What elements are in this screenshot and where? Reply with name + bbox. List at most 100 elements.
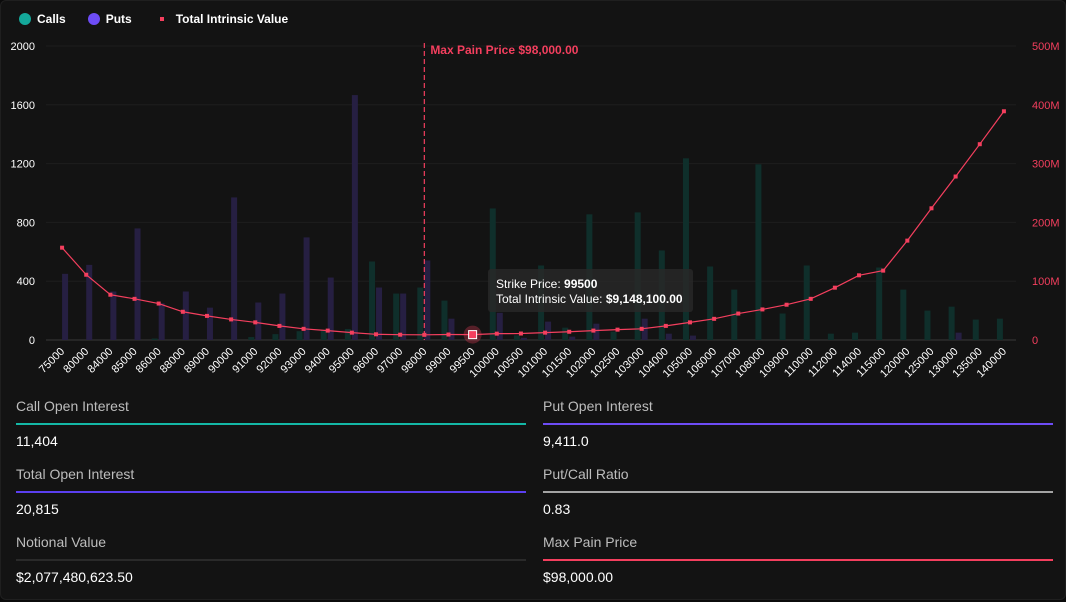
stat-value: 0.83 <box>543 501 571 517</box>
call-bar <box>827 333 834 340</box>
call-bar <box>610 331 617 340</box>
tiv-point <box>422 332 427 337</box>
tooltip-tiv-label: Total Intrinsic Value: <box>496 292 603 306</box>
tiv-point <box>712 316 717 321</box>
stat-divider <box>16 559 526 561</box>
call-bar <box>852 332 859 340</box>
x-tick-label: 91000 <box>230 346 260 376</box>
tiv-point <box>229 317 234 322</box>
call-bar <box>417 287 424 340</box>
x-tick-label: 94000 <box>303 346 333 376</box>
tiv-point <box>857 273 862 278</box>
call-bar <box>151 338 158 340</box>
x-tick-label: 93000 <box>279 346 309 376</box>
tiv-point <box>84 272 89 277</box>
stat-divider <box>543 491 1053 493</box>
tiv-point <box>615 327 620 332</box>
tiv-point <box>977 142 982 147</box>
call-bar <box>296 331 303 340</box>
call-bar <box>562 327 569 340</box>
x-tick-label: 99000 <box>423 346 453 376</box>
stat-label: Call Open Interest <box>16 398 129 414</box>
tiv-point <box>374 332 379 337</box>
put-bar <box>569 336 576 340</box>
chart-tooltip: Strike Price: 99500 Total Intrinsic Valu… <box>488 269 693 312</box>
tiv-point <box>808 296 813 301</box>
stat-label: Put Open Interest <box>543 398 653 414</box>
y-right-tick-label: 500M <box>1032 41 1060 53</box>
call-bar <box>972 319 979 340</box>
tooltip-strike-value: 99500 <box>564 277 598 291</box>
y-left-tick-label: 1600 <box>11 100 35 112</box>
call-bar <box>369 261 376 340</box>
put-bar <box>303 237 310 340</box>
tiv-point <box>905 238 910 243</box>
y-right-tick-label: 300M <box>1032 159 1060 171</box>
tiv-point <box>881 268 886 273</box>
x-tick-label: 84000 <box>85 346 115 376</box>
tiv-point <box>1001 109 1006 114</box>
x-tick-label: 86000 <box>134 346 164 376</box>
call-bar <box>996 318 1003 340</box>
tiv-point <box>398 332 403 337</box>
tiv-point <box>639 326 644 331</box>
stat-label: Max Pain Price <box>543 534 638 550</box>
y-right-tick-label: 100M <box>1032 276 1060 288</box>
x-tick-label: 92000 <box>254 346 284 376</box>
stat-put-open-interest: Put Open Interest 9,411.0 <box>543 398 1053 466</box>
y-left-tick-label: 2000 <box>11 41 35 53</box>
x-tick-label: 88000 <box>158 346 188 376</box>
tiv-point <box>929 206 934 211</box>
x-tick-label: 75000 <box>37 346 67 376</box>
open-interest-card: Calls Puts Total Intrinsic Value 0 400 800… <box>0 0 1066 600</box>
tiv-point <box>784 302 789 307</box>
stat-value: 20,815 <box>16 501 59 517</box>
tiv-point <box>180 309 185 314</box>
x-tick-label: 96000 <box>351 346 381 376</box>
y-right-tick-label: 0 <box>1032 335 1038 347</box>
tiv-point <box>253 320 258 325</box>
call-bar <box>707 266 714 340</box>
put-bar <box>424 260 431 340</box>
tiv-point <box>108 292 113 297</box>
tiv-point <box>832 285 837 290</box>
tiv-point <box>325 328 330 333</box>
stat-label: Notional Value <box>16 534 107 550</box>
put-bar <box>496 312 503 340</box>
tiv-point <box>591 328 596 333</box>
call-bar <box>948 306 955 340</box>
put-bar <box>182 291 189 340</box>
call-bar <box>803 265 810 340</box>
tiv-point <box>543 330 548 335</box>
stat-max-pain-price: Max Pain Price $98,000.00 <box>543 534 1053 602</box>
put-bar <box>134 228 141 340</box>
tiv-point-active <box>468 330 478 340</box>
put-bar <box>158 303 165 340</box>
stat-value: $98,000.00 <box>543 569 614 585</box>
put-bar <box>448 318 455 340</box>
x-tick-label: 90000 <box>206 346 236 376</box>
tiv-point <box>663 323 668 328</box>
open-interest-chart: 0 400 800 1200 1600 2000 0 100M 200M 300M 400M 500M… <box>11 41 1060 380</box>
call-bar <box>272 334 279 340</box>
call-bar <box>779 313 786 340</box>
tiv-point <box>446 332 451 337</box>
tiv-point <box>60 245 65 250</box>
tiv-point <box>518 331 523 336</box>
put-bar <box>955 332 962 340</box>
tiv-point <box>687 320 692 325</box>
stat-value: 9,411.0 <box>543 433 589 449</box>
tiv-point <box>132 296 137 301</box>
stat-total-open-interest: Total Open Interest 20,815 <box>16 466 526 534</box>
stat-divider <box>543 559 1053 561</box>
tiv-point <box>760 307 765 312</box>
tiv-point <box>736 311 741 316</box>
tiv-point <box>204 313 209 318</box>
call-bar <box>755 164 762 340</box>
stats-grid: Call Open Interest 11,404 Put Open Intere… <box>16 398 1053 602</box>
tooltip-tiv-value: $9,148,100.00 <box>605 292 683 306</box>
put-bar <box>520 337 527 340</box>
tiv-point <box>567 329 572 334</box>
call-bar <box>682 158 689 340</box>
tiv-point <box>494 331 499 336</box>
